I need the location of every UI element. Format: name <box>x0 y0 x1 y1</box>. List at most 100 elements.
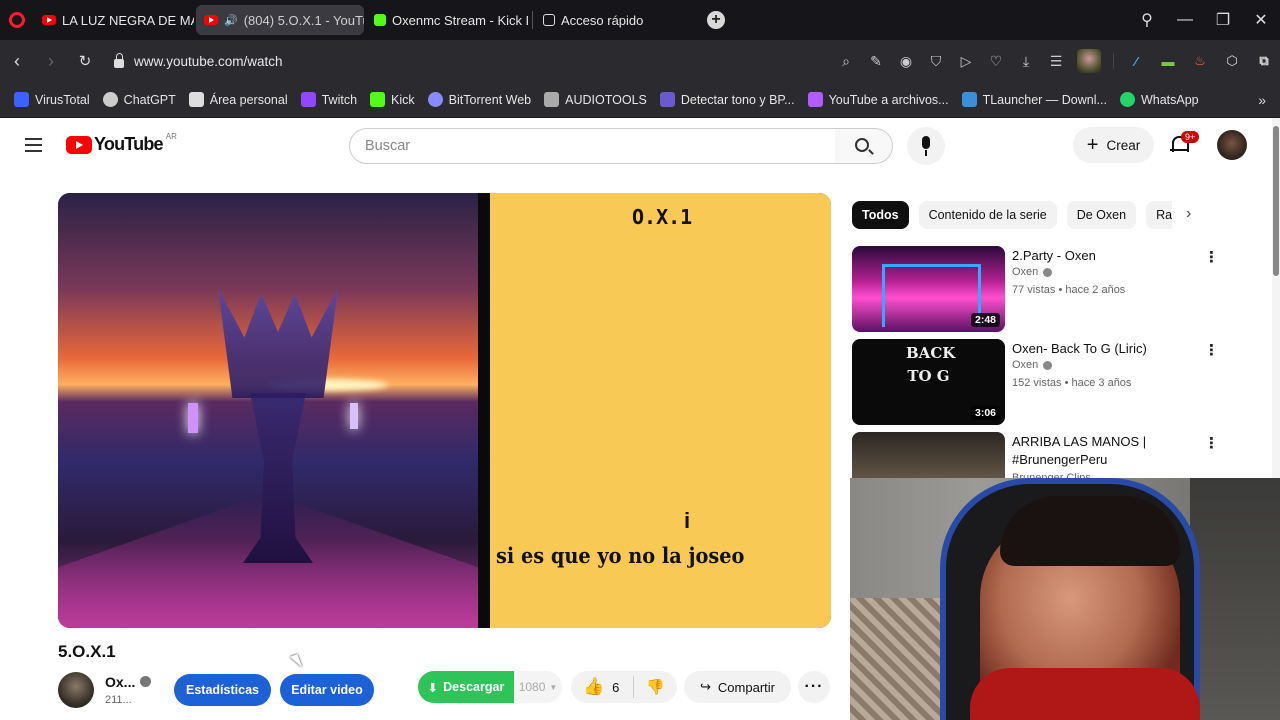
duration-badge: 3:06 <box>970 406 1000 420</box>
opera-menu-button[interactable] <box>0 0 34 40</box>
share-button[interactable]: ↪ Compartir <box>684 671 791 703</box>
bookmarks-more-icon[interactable]: » <box>1258 92 1266 108</box>
verified-icon <box>140 676 151 687</box>
chip-de-oxen[interactable]: De Oxen <box>1066 201 1137 229</box>
like-button[interactable]: 👍 <box>583 677 604 697</box>
bookmark-kick[interactable]: Kick <box>370 92 415 107</box>
channel-avatar[interactable] <box>58 672 94 708</box>
chip-todos[interactable]: Todos <box>852 201 909 229</box>
rec-title[interactable]: Oxen- Back To G (Liric) <box>1012 340 1202 358</box>
like-count: 6 <box>612 679 620 695</box>
bookmark-tlauncher[interactable]: TLauncher — Downl... <box>961 92 1107 107</box>
plus-icon: + <box>1086 133 1099 156</box>
more-vert-icon[interactable]: ⋮ <box>1204 341 1219 359</box>
v-icon <box>659 92 675 107</box>
quality-select[interactable]: 1080 ▼ <box>514 671 562 703</box>
video-artwork <box>58 193 478 628</box>
chevron-right-icon[interactable]: › <box>1186 205 1191 223</box>
download-button[interactable]: ⬇ Descargar <box>418 671 514 703</box>
page-icon <box>188 92 204 107</box>
rec-channel[interactable]: Oxen <box>1012 266 1053 278</box>
bookmark-virustotal[interactable]: VirusTotal <box>14 92 90 107</box>
url-field[interactable]: www.youtube.com/watch <box>134 54 831 69</box>
rec-title[interactable]: 2.Party - Oxen <box>1012 247 1202 265</box>
profile-avatar[interactable] <box>1077 49 1101 73</box>
bookmark-youtube-archivos[interactable]: YouTube a archivos... <box>807 92 949 107</box>
new-tab-button[interactable]: + <box>707 11 725 29</box>
minimize-button[interactable]: — <box>1166 11 1204 29</box>
scrollbar-thumb[interactable] <box>1273 126 1279 276</box>
search-button[interactable] <box>835 128 893 164</box>
camera-icon[interactable]: ◉ <box>891 53 921 70</box>
candle-left <box>188 403 198 433</box>
recommendation-item[interactable]: BACK TO G 3:06 Oxen- Back To G (Liric) Ox… <box>852 339 1242 425</box>
kick-icon <box>374 14 386 26</box>
video-player[interactable]: O.X.1 i si es que yo no la joseo <box>58 193 831 628</box>
bookmark-whatsapp[interactable]: WhatsApp <box>1119 92 1199 107</box>
close-button[interactable]: ✕ <box>1242 10 1280 30</box>
verified-icon <box>1043 267 1053 277</box>
more-vert-icon[interactable]: ⋮ <box>1204 434 1219 452</box>
more-actions-button[interactable]: ··· <box>798 671 830 703</box>
flame-icon[interactable]: ♨ <box>1184 53 1216 69</box>
voice-search-button[interactable] <box>907 127 945 165</box>
dislike-button[interactable]: 👎 <box>646 678 665 696</box>
bookmark-area-personal[interactable]: Área personal <box>188 92 288 107</box>
youtube-logo[interactable]: YouTube AR <box>66 132 177 155</box>
back-button[interactable]: ‹ <box>0 51 34 72</box>
stats-button[interactable]: Estadísticas <box>174 674 271 706</box>
video-thumbnail[interactable]: BACK TO G 3:06 <box>852 339 1005 425</box>
tab-separator <box>532 11 533 29</box>
extension-icon[interactable]: ⁄ <box>1120 54 1152 69</box>
browser-tab-bar: LA LUZ NEGRA DE MARÍA 🔊 (804) 5.O.X.1 - … <box>0 0 1280 40</box>
video-thumbnail[interactable]: 2:48 <box>852 246 1005 332</box>
bookmark-bittorrent[interactable]: BitTorrent Web <box>427 92 531 107</box>
search-input[interactable]: Buscar <box>349 128 836 164</box>
edit-video-button[interactable]: Editar video <box>280 674 374 706</box>
extensions-cube-icon[interactable]: ⬡ <box>1216 53 1248 69</box>
subscriber-count: 211... <box>105 694 132 706</box>
rec-title[interactable]: ARRIBA LAS MANOS | #BrunengerPeru <box>1012 433 1202 469</box>
tab-acceso-rapido[interactable]: Acceso rápido <box>535 5 675 35</box>
tab-youtube-active[interactable]: 🔊 (804) 5.O.X.1 - YouTub <box>196 5 364 35</box>
lock-icon[interactable] <box>114 52 124 68</box>
reload-button[interactable]: ↻ <box>68 52 102 70</box>
frame-mark: i <box>684 508 691 533</box>
search-tabs-icon[interactable]: ⚲ <box>1128 10 1166 30</box>
chip-related[interactable]: Ra <box>1146 201 1172 229</box>
rec-meta: 77 vistas • hace 2 años <box>1012 284 1126 296</box>
play-icon[interactable]: ▷ <box>951 53 981 70</box>
download-arrow-icon: ⬇ <box>427 680 439 695</box>
download-icon[interactable]: ⤓ <box>1011 53 1041 70</box>
bookmarks-bar: VirusTotal ChatGPT Área personal Twitch … <box>0 82 1280 118</box>
search-page-icon[interactable]: ⌕ <box>831 53 861 70</box>
extension-icon[interactable]: ▬ <box>1152 54 1184 69</box>
rec-meta: 152 vistas • hace 3 años <box>1012 377 1132 389</box>
forward-button[interactable]: › <box>34 51 68 72</box>
extensions-puzzle-icon[interactable]: ⧉ <box>1248 53 1280 69</box>
youtube-masthead: YouTube AR Buscar + Crear 9+ <box>0 118 1280 174</box>
chip-series[interactable]: Contenido de la serie <box>918 201 1057 229</box>
account-avatar[interactable] <box>1217 130 1247 160</box>
bookmark-detectar-tono[interactable]: Detectar tono y BP... <box>659 92 795 107</box>
rec-channel[interactable]: Oxen <box>1012 359 1053 371</box>
converter-icon <box>807 92 823 107</box>
channel-name[interactable]: Ox... <box>105 674 135 690</box>
menu-icon[interactable] <box>25 138 42 156</box>
more-vert-icon[interactable]: ⋮ <box>1204 248 1219 266</box>
duration-badge: 2:48 <box>970 313 1000 327</box>
bookmark-audiotools[interactable]: AUDIOTOOLS <box>544 92 647 107</box>
heart-icon[interactable]: ♡ <box>981 53 1011 70</box>
mouse-cursor <box>289 654 303 670</box>
tab-la-luz-negra[interactable]: LA LUZ NEGRA DE MARÍA <box>34 5 194 35</box>
bookmark-chatgpt[interactable]: ChatGPT <box>102 92 176 107</box>
bookmark-twitch[interactable]: Twitch <box>300 92 357 107</box>
recommendation-item[interactable]: 2:48 2.Party - Oxen Oxen 77 vistas • hac… <box>852 246 1242 332</box>
create-button[interactable]: + Crear <box>1073 127 1154 163</box>
webcam-shelf <box>1190 478 1280 720</box>
shield-icon[interactable]: ⛉ <box>921 53 951 70</box>
restore-button[interactable]: ❐ <box>1204 10 1242 30</box>
easy-setup-icon[interactable]: ☰ <box>1041 53 1071 70</box>
tab-kick-stream[interactable]: Oxenmc Stream - Kick Das <box>366 5 528 35</box>
edit-icon[interactable]: ✎ <box>861 53 891 70</box>
